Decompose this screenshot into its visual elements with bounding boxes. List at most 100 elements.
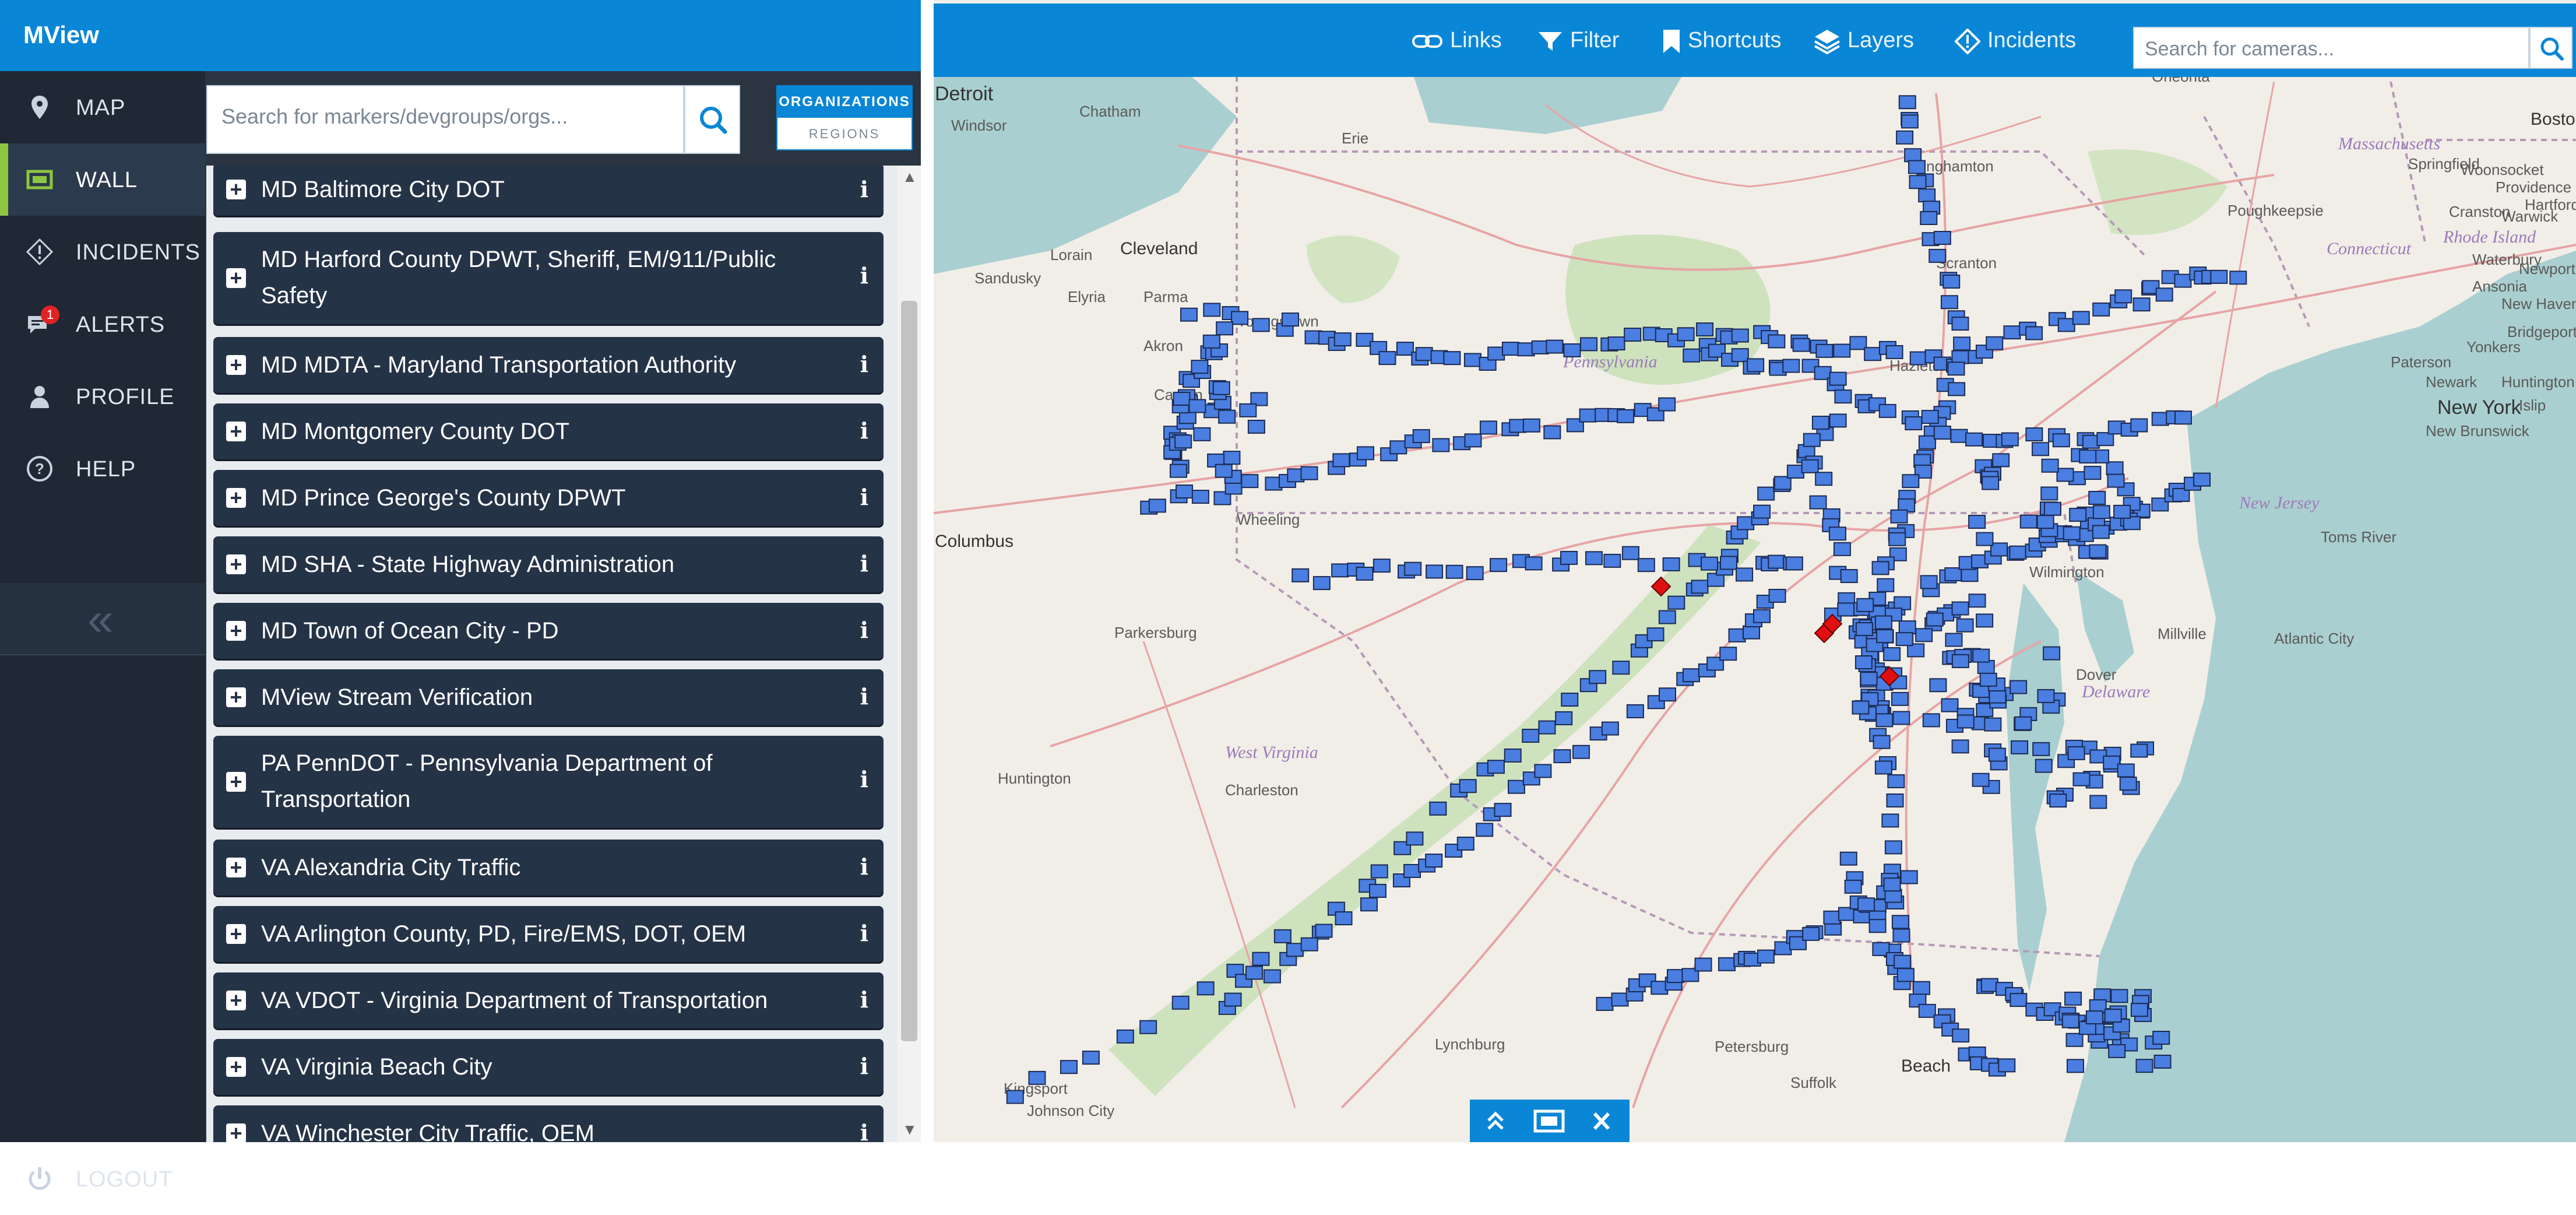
camera-marker[interactable]: [1951, 739, 1969, 754]
camera-marker[interactable]: [2130, 418, 2148, 433]
camera-marker[interactable]: [2085, 1010, 2103, 1025]
camera-marker[interactable]: [1589, 670, 1607, 684]
camera-marker[interactable]: [1694, 957, 1712, 972]
camera-marker[interactable]: [1596, 996, 1614, 1011]
camera-marker[interactable]: [1904, 148, 1922, 163]
camera-marker[interactable]: [2064, 991, 2082, 1006]
camera-marker[interactable]: [1617, 409, 1635, 423]
camera-marker[interactable]: [1196, 981, 1215, 996]
camera-marker[interactable]: [2010, 680, 2028, 694]
org-item[interactable]: + MD Harford County DPWT, Sheriff, EM/91…: [213, 232, 884, 324]
camera-marker[interactable]: [1360, 897, 1378, 912]
camera-marker[interactable]: [2049, 793, 2067, 808]
camera-marker[interactable]: [1982, 476, 2000, 490]
camera-marker[interactable]: [1621, 546, 1639, 560]
camera-marker[interactable]: [1785, 556, 1803, 571]
camera-marker[interactable]: [1961, 568, 1979, 582]
camera-marker[interactable]: [1476, 823, 1494, 837]
expand-plus-icon[interactable]: +: [226, 1056, 246, 1077]
camera-marker[interactable]: [1373, 559, 1391, 573]
camera-marker[interactable]: [1252, 951, 1270, 966]
camera-marker[interactable]: [2069, 508, 2087, 522]
camera-marker[interactable]: [1876, 629, 1894, 644]
camera-marker[interactable]: [1768, 334, 1786, 349]
camera-marker[interactable]: [1883, 877, 1901, 892]
camera-marker[interactable]: [1331, 563, 1349, 578]
info-icon[interactable]: i: [860, 484, 868, 510]
camera-marker[interactable]: [1580, 337, 1598, 352]
camera-marker[interactable]: [1875, 713, 1894, 728]
camera-marker[interactable]: [1335, 911, 1353, 926]
camera-marker[interactable]: [1701, 556, 1719, 571]
camera-marker[interactable]: [2092, 525, 2110, 539]
camera-marker[interactable]: [1840, 569, 1858, 584]
org-item[interactable]: + MD Town of Ocean City - PD i: [213, 603, 884, 659]
camera-marker[interactable]: [1888, 532, 1906, 546]
camera-marker[interactable]: [1898, 95, 1916, 110]
camera-marker[interactable]: [1908, 160, 1926, 174]
camera-marker[interactable]: [1174, 434, 1192, 449]
camera-marker[interactable]: [1839, 851, 1857, 866]
camera-marker[interactable]: [1637, 558, 1655, 573]
camera-marker[interactable]: [2072, 311, 2090, 325]
camera-marker[interactable]: [2032, 442, 2050, 456]
scroll-down-arrow-icon[interactable]: ▼: [902, 1121, 917, 1139]
camera-marker[interactable]: [1951, 317, 1969, 331]
camera-marker[interactable]: [2035, 759, 2053, 773]
camera-marker[interactable]: [1191, 360, 1209, 374]
camera-marker[interactable]: [1273, 929, 1291, 943]
camera-marker[interactable]: [1501, 342, 1519, 356]
camera-marker[interactable]: [1909, 351, 1927, 366]
collapse-nav-button[interactable]: «: [0, 583, 205, 655]
camera-marker[interactable]: [2152, 1031, 2170, 1045]
camera-marker[interactable]: [1905, 416, 1923, 431]
camera-marker[interactable]: [1487, 346, 1505, 361]
camera-marker[interactable]: [1504, 748, 1522, 763]
camera-marker[interactable]: [1607, 336, 1625, 351]
org-search-input[interactable]: [220, 104, 666, 129]
camera-marker[interactable]: [1494, 803, 1512, 817]
camera-marker[interactable]: [1956, 714, 1975, 729]
org-item[interactable]: + MD MDTA - Maryland Transportation Auth…: [213, 337, 884, 393]
camera-marker[interactable]: [2113, 504, 2131, 519]
camera-marker[interactable]: [2025, 427, 2043, 442]
camera-marker[interactable]: [2040, 486, 2058, 501]
camera-marker[interactable]: [1989, 689, 2007, 704]
camera-marker[interactable]: [1667, 595, 1685, 610]
camera-marker[interactable]: [1404, 561, 1422, 576]
camera-marker[interactable]: [1890, 509, 1908, 524]
expand-plus-icon[interactable]: +: [226, 268, 246, 289]
camera-marker[interactable]: [1507, 779, 1525, 794]
camera-marker[interactable]: [1988, 747, 2006, 762]
camera-marker[interactable]: [1611, 992, 1629, 1007]
camera-marker[interactable]: [1212, 381, 1230, 395]
camera-marker[interactable]: [1951, 654, 1969, 668]
info-icon[interactable]: i: [860, 262, 868, 289]
expand-plus-icon[interactable]: +: [226, 487, 246, 508]
camera-marker[interactable]: [1895, 632, 1913, 647]
camera-marker[interactable]: [1719, 647, 1737, 661]
camera-marker[interactable]: [2135, 1059, 2153, 1073]
scroll-thumb[interactable]: [901, 301, 917, 1041]
camera-map[interactable]: Detroit Windsor Chatham Lorain Cleveland…: [934, 0, 2576, 1142]
org-item[interactable]: + VA VDOT - Virginia Department of Trans…: [213, 972, 884, 1028]
camera-marker[interactable]: [1972, 648, 1990, 663]
camera-marker[interactable]: [2010, 993, 2028, 1007]
expand-plus-icon[interactable]: +: [226, 620, 246, 641]
camera-marker[interactable]: [1231, 311, 1249, 325]
camera-marker[interactable]: [2210, 269, 2228, 284]
camera-marker[interactable]: [1956, 618, 1974, 633]
camera-marker[interactable]: [1546, 339, 1564, 354]
camera-marker[interactable]: [2107, 473, 2125, 488]
camera-marker[interactable]: [1406, 831, 1424, 846]
camera-marker[interactable]: [1731, 328, 1749, 343]
camera-marker[interactable]: [1624, 328, 1642, 342]
org-item[interactable]: + VA Winchester City Traffic, OEM i: [213, 1105, 884, 1142]
camera-marker[interactable]: [1854, 655, 1873, 670]
camera-marker[interactable]: [1490, 558, 1508, 573]
camera-marker[interactable]: [1886, 793, 1904, 807]
camera-marker[interactable]: [1811, 416, 1829, 430]
camera-marker[interactable]: [1902, 474, 1920, 489]
nav-item-map[interactable]: MAP: [0, 71, 205, 143]
camera-marker[interactable]: [1456, 836, 1474, 851]
